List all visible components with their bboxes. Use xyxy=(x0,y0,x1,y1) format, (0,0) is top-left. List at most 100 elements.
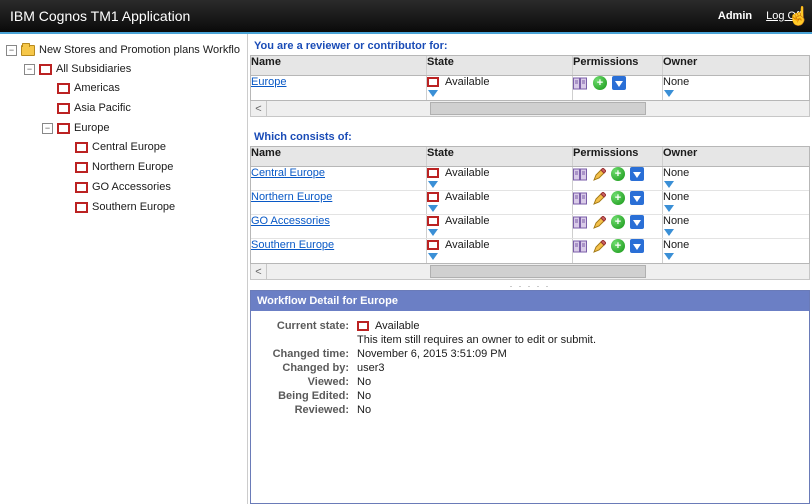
detail-label-changed-by: Changed by: xyxy=(261,362,357,374)
add-icon[interactable]: + xyxy=(611,167,625,181)
row-state-text: Available xyxy=(445,215,489,227)
detail-value-viewed: No xyxy=(357,376,371,388)
col-header-name[interactable]: Name xyxy=(251,147,427,166)
view-icon[interactable] xyxy=(573,216,588,229)
node-icon xyxy=(75,182,88,193)
edit-icon[interactable] xyxy=(593,192,606,205)
view-icon[interactable] xyxy=(573,77,588,90)
scroll-thumb[interactable] xyxy=(430,265,647,278)
scroll-left-icon[interactable]: < xyxy=(251,264,267,279)
add-icon[interactable]: + xyxy=(611,239,625,253)
owner-dropdown-icon[interactable] xyxy=(663,203,799,213)
tree-node-northern-europe[interactable]: Northern Europe xyxy=(92,161,173,173)
tree-node-americas[interactable]: Americas xyxy=(74,82,120,94)
logoff-link[interactable]: Log Off xyxy=(766,10,802,22)
scroll-thumb[interactable] xyxy=(430,102,647,115)
submit-icon[interactable] xyxy=(630,167,644,181)
submit-icon[interactable] xyxy=(630,215,644,229)
detail-label-reviewed: Reviewed: xyxy=(261,404,357,416)
col-header-state[interactable]: State xyxy=(427,56,573,75)
tree-sidebar: − New Stores and Promotion plans Workflo… xyxy=(0,34,248,504)
consists-section-label: Which consists of: xyxy=(248,125,812,146)
tree-spacer xyxy=(60,162,71,173)
detail-label-viewed: Viewed: xyxy=(261,376,357,388)
state-dropdown-icon[interactable] xyxy=(427,203,572,213)
detail-value-changed-time: November 6, 2015 3:51:09 PM xyxy=(357,348,507,360)
edit-icon[interactable] xyxy=(593,216,606,229)
splitter-handle[interactable]: . . . . . xyxy=(248,280,812,288)
available-status-icon xyxy=(427,192,439,202)
tree-node-all-subsidiaries[interactable]: All Subsidiaries xyxy=(56,63,131,75)
edit-icon[interactable] xyxy=(593,168,606,181)
detail-value-being-edited: No xyxy=(357,390,371,402)
row-state-text: Available xyxy=(445,167,489,179)
state-dropdown-icon[interactable] xyxy=(427,251,572,261)
col-header-owner[interactable]: Owner xyxy=(663,56,809,75)
permission-icons: + xyxy=(573,76,662,90)
scroll-track[interactable] xyxy=(267,101,809,116)
col-header-permissions[interactable]: Permissions xyxy=(573,147,663,166)
submit-icon[interactable] xyxy=(630,191,644,205)
top-bar: IBM Cognos TM1 Application Admin Log Off… xyxy=(0,0,812,34)
detail-value-changed-by: user3 xyxy=(357,362,385,374)
row-name-link[interactable]: GO Accessories xyxy=(251,215,330,227)
owner-dropdown-icon[interactable] xyxy=(663,227,799,237)
state-dropdown-icon[interactable] xyxy=(427,88,572,98)
view-icon[interactable] xyxy=(573,192,588,205)
view-icon[interactable] xyxy=(573,168,588,181)
scroll-track[interactable] xyxy=(267,264,809,279)
col-header-owner[interactable]: Owner xyxy=(663,147,809,166)
available-status-icon xyxy=(357,321,369,331)
tree-node-europe[interactable]: Europe xyxy=(74,122,109,134)
tree-collapse-icon[interactable]: − xyxy=(6,45,17,56)
state-dropdown-icon[interactable] xyxy=(427,227,572,237)
detail-label-current-state: Current state: xyxy=(261,320,357,332)
tree-node-go-accessories[interactable]: GO Accessories xyxy=(92,181,171,193)
owner-dropdown-icon[interactable] xyxy=(663,251,799,261)
tree-collapse-icon[interactable]: − xyxy=(42,123,53,134)
add-icon[interactable]: + xyxy=(611,191,625,205)
view-icon[interactable] xyxy=(573,240,588,253)
table-row: Central Europe Available + None xyxy=(251,167,809,191)
available-status-icon xyxy=(427,168,439,178)
col-header-permissions[interactable]: Permissions xyxy=(573,56,663,75)
submit-icon[interactable] xyxy=(612,76,626,90)
tree-node-southern-europe[interactable]: Southern Europe xyxy=(92,201,175,213)
table-row: GO AccessoriesAvailable+None xyxy=(251,215,809,239)
row-name-link[interactable]: Southern Europe xyxy=(251,239,334,251)
node-icon xyxy=(57,103,70,114)
row-owner-text: None xyxy=(663,191,689,203)
edit-icon[interactable] xyxy=(593,240,606,253)
reviewer-scrollbar[interactable]: < xyxy=(250,101,810,117)
col-header-name[interactable]: Name xyxy=(251,56,427,75)
row-name-link[interactable]: Central Europe xyxy=(251,167,325,179)
node-icon xyxy=(75,202,88,213)
row-name-link[interactable]: Northern Europe xyxy=(251,191,332,203)
table-row: Southern EuropeAvailable+None xyxy=(251,239,809,263)
consists-scrollbar[interactable]: < xyxy=(250,264,810,280)
scroll-left-icon[interactable]: < xyxy=(251,101,267,116)
tree-node-central-europe[interactable]: Central Europe xyxy=(92,141,166,153)
folder-icon xyxy=(21,45,35,56)
tree-collapse-icon[interactable]: − xyxy=(24,64,35,75)
tree-root-label[interactable]: New Stores and Promotion plans Workflo xyxy=(39,44,240,56)
submit-icon[interactable] xyxy=(630,239,644,253)
row-name-link[interactable]: Europe xyxy=(251,76,286,88)
tree-node-asia-pacific[interactable]: Asia Pacific xyxy=(74,102,131,114)
owner-dropdown-icon[interactable] xyxy=(663,179,799,189)
add-icon[interactable]: + xyxy=(593,76,607,90)
state-dropdown-icon[interactable] xyxy=(427,179,572,189)
detail-label-being-edited: Being Edited: xyxy=(261,390,357,402)
node-icon xyxy=(75,162,88,173)
detail-state-note: This item still requires an owner to edi… xyxy=(357,334,596,346)
owner-dropdown-icon[interactable] xyxy=(663,88,799,98)
permission-icons: + xyxy=(573,239,662,253)
table-row: EuropeAvailable+None xyxy=(251,76,809,100)
col-header-state[interactable]: State xyxy=(427,147,573,166)
row-owner-text: None xyxy=(663,167,689,179)
row-state-text: Available xyxy=(445,76,489,88)
row-owner-text: None xyxy=(663,239,689,251)
available-status-icon xyxy=(427,77,439,87)
detail-value-reviewed: No xyxy=(357,404,371,416)
add-icon[interactable]: + xyxy=(611,215,625,229)
